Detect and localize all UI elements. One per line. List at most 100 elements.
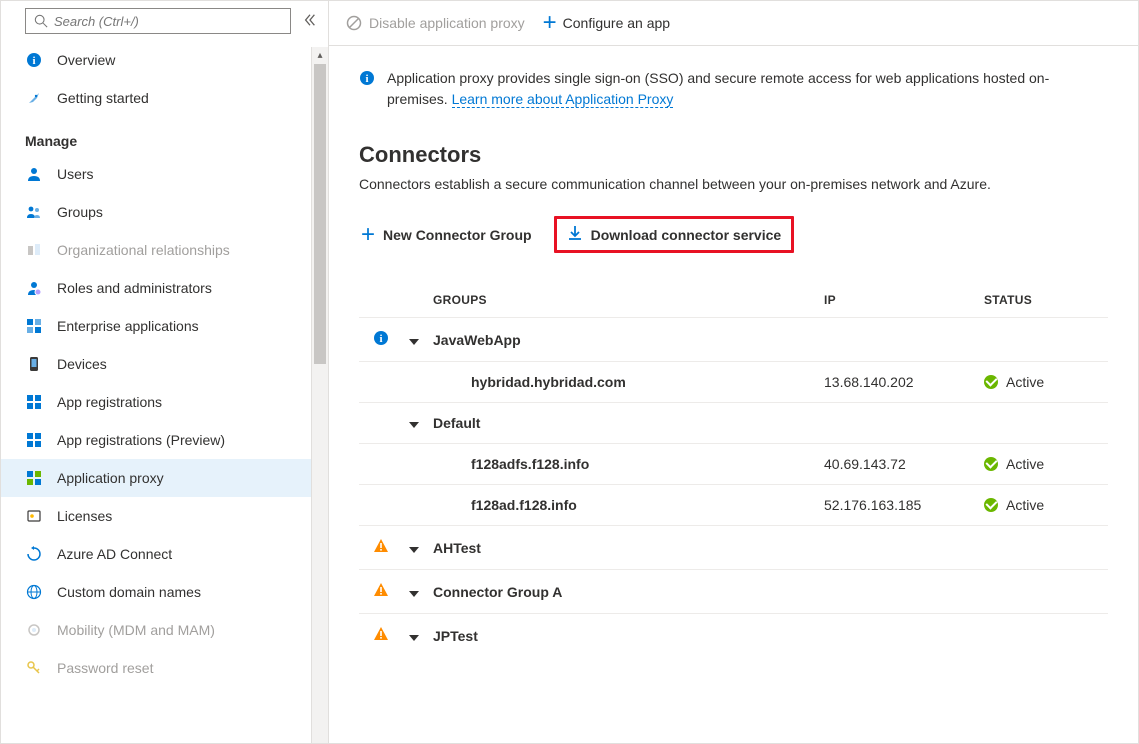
info-icon: i [359, 70, 375, 89]
sidebar: Search (Ctrl+/) ▴ i Overview Getting sta… [1, 1, 329, 743]
row-ip: 13.68.140.202 [824, 374, 984, 390]
status-text: Active [1006, 456, 1044, 472]
rocket-icon [25, 89, 43, 107]
search-input[interactable]: Search (Ctrl+/) [25, 8, 291, 34]
status-cell: Active [984, 374, 1094, 390]
row-name: f128ad.f128.info [433, 497, 824, 513]
nav-label: Roles and administrators [57, 280, 212, 296]
row-name: f128adfs.f128.info [433, 456, 824, 472]
status-cell: Active [984, 497, 1094, 513]
row-icon: i [373, 330, 409, 349]
button-label: New Connector Group [383, 227, 532, 243]
search-row: Search (Ctrl+/) [1, 1, 328, 41]
nav-label: Password reset [57, 660, 153, 676]
sidebar-item-overview[interactable]: i Overview [1, 41, 311, 79]
row-name: Connector Group A [433, 584, 824, 600]
section-desc: Connectors establish a secure communicat… [359, 176, 1108, 192]
prohibit-icon [345, 14, 363, 32]
sidebar-item-enterprise-apps[interactable]: Enterprise applications [1, 307, 311, 345]
connectors-table: GROUPS IP STATUS iJavaWebApphybridad.hyb… [359, 283, 1108, 657]
grid-icon [25, 393, 43, 411]
device-icon [25, 355, 43, 373]
nav-label: App registrations (Preview) [57, 432, 225, 448]
group-row[interactable]: i JavaWebApp [359, 317, 1108, 361]
nav-label: Overview [57, 52, 115, 68]
button-label: Download connector service [591, 227, 782, 243]
nav-label: Azure AD Connect [57, 546, 172, 562]
row-name: Default [433, 415, 824, 431]
caret-down-icon [409, 547, 419, 553]
sidebar-item-password-reset[interactable]: Password reset [1, 649, 311, 687]
content: i Application proxy provides single sign… [329, 46, 1138, 743]
row-name: AHTest [433, 540, 824, 556]
row-icon [373, 538, 409, 557]
sidebar-item-roles[interactable]: Roles and administrators [1, 269, 311, 307]
search-icon [34, 14, 48, 28]
sidebar-scrollbar[interactable]: ▴ [311, 47, 328, 743]
nav-label: Organizational relationships [57, 242, 230, 258]
org-icon [25, 241, 43, 259]
nav-list: i Overview Getting started Manage Users … [1, 41, 328, 687]
sidebar-item-org-relationships[interactable]: Organizational relationships [1, 231, 311, 269]
nav-label: Getting started [57, 90, 149, 106]
svg-text:i: i [32, 55, 35, 67]
status-active-icon [984, 375, 998, 389]
col-header-ip: IP [824, 293, 984, 307]
sidebar-item-application-proxy[interactable]: Application proxy [1, 459, 311, 497]
sync-icon [25, 545, 43, 563]
status-active-icon [984, 457, 998, 471]
sidebar-item-app-registrations[interactable]: App registrations [1, 383, 311, 421]
new-connector-group-button[interactable]: + New Connector Group [359, 219, 534, 251]
proxy-icon [25, 469, 43, 487]
svg-text:i: i [379, 333, 382, 345]
status-text: Active [1006, 374, 1044, 390]
sidebar-item-custom-domains[interactable]: Custom domain names [1, 573, 311, 611]
info-icon: i [25, 51, 43, 69]
connector-row[interactable]: hybridad.hybridad.com13.68.140.202 Active [359, 361, 1108, 402]
download-icon [567, 225, 583, 244]
nav-label: Licenses [57, 508, 112, 524]
row-name: JPTest [433, 628, 824, 644]
collapse-sidebar-button[interactable] [299, 9, 321, 34]
sidebar-item-getting-started[interactable]: Getting started [1, 79, 311, 117]
scroll-thumb[interactable] [314, 64, 326, 364]
connector-row[interactable]: f128adfs.f128.info40.69.143.72 Active [359, 443, 1108, 484]
plus-icon: + [361, 223, 375, 247]
learn-more-link[interactable]: Learn more about Application Proxy [452, 91, 674, 108]
caret-down-icon [409, 591, 419, 597]
sidebar-item-groups[interactable]: Groups [1, 193, 311, 231]
row-name: JavaWebApp [433, 332, 824, 348]
admin-icon [25, 279, 43, 297]
col-header-status: STATUS [984, 293, 1094, 307]
user-icon [25, 165, 43, 183]
svg-text:i: i [365, 73, 368, 85]
download-connector-service-button[interactable]: Download connector service [554, 216, 795, 253]
row-icon [373, 626, 409, 645]
sidebar-item-app-registrations-preview[interactable]: App registrations (Preview) [1, 421, 311, 459]
sidebar-item-licenses[interactable]: Licenses [1, 497, 311, 535]
connector-row[interactable]: f128ad.f128.info52.176.163.185Active [359, 484, 1108, 525]
group-row[interactable]: Default [359, 402, 1108, 443]
grid-icon [25, 431, 43, 449]
section-title: Connectors [359, 142, 1108, 168]
status-cell: Active [984, 456, 1094, 472]
nav-label: App registrations [57, 394, 162, 410]
row-ip: 40.69.143.72 [824, 456, 984, 472]
row-ip: 52.176.163.185 [824, 497, 984, 513]
group-row[interactable]: JPTest [359, 613, 1108, 657]
configure-app-button[interactable]: + Configure an app [543, 11, 670, 35]
sidebar-item-devices[interactable]: Devices [1, 345, 311, 383]
scroll-up-icon[interactable]: ▴ [312, 47, 328, 64]
globe-icon [25, 583, 43, 601]
caret-down-icon [409, 339, 419, 345]
sidebar-item-aad-connect[interactable]: Azure AD Connect [1, 535, 311, 573]
disable-proxy-button[interactable]: Disable application proxy [345, 14, 525, 32]
sidebar-item-mobility[interactable]: Mobility (MDM and MAM) [1, 611, 311, 649]
row-name: hybridad.hybridad.com [433, 374, 824, 390]
sidebar-item-users[interactable]: Users [1, 155, 311, 193]
status-active-icon [984, 498, 998, 512]
group-icon [25, 203, 43, 221]
group-row[interactable]: AHTest [359, 525, 1108, 569]
group-row[interactable]: Connector Group A [359, 569, 1108, 613]
button-label: Configure an app [563, 15, 670, 31]
